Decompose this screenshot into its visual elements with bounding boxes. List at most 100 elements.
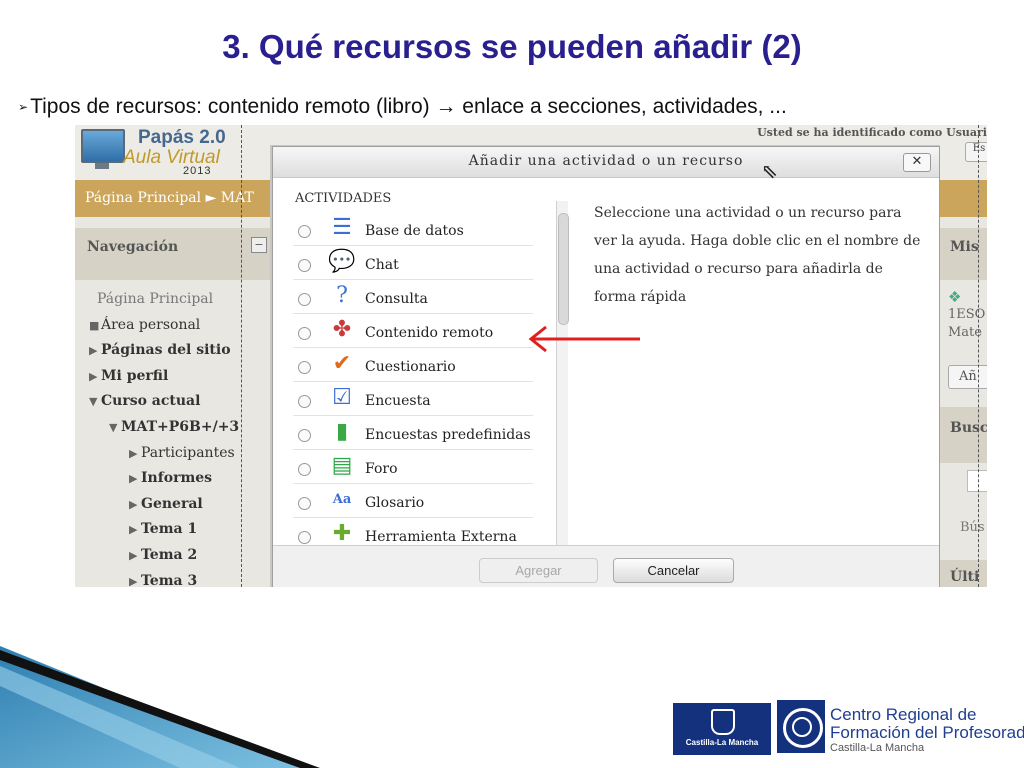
- expanded-arrow-icon: ▼: [109, 421, 118, 434]
- login-button[interactable]: Es: [965, 142, 987, 162]
- cancel-button[interactable]: Cancelar: [613, 558, 734, 583]
- question-icon: ?: [336, 283, 348, 308]
- radio-button[interactable]: [298, 293, 311, 306]
- radio-button[interactable]: [298, 225, 311, 238]
- nav-item-label: Páginas del sitio: [101, 342, 231, 359]
- collapse-icon[interactable]: −: [251, 237, 267, 253]
- decorative-swoosh: [0, 646, 320, 768]
- add-button[interactable]: Agregar: [479, 558, 598, 583]
- course-icon: ❖: [948, 288, 962, 306]
- logo-papas: Papás 2.0: [138, 127, 226, 148]
- scrollbar-thumb[interactable]: [558, 213, 569, 325]
- search-heading: Busc: [950, 420, 987, 436]
- mouse-cursor-icon: ⇖: [761, 159, 778, 183]
- logo-year: 2013: [183, 165, 212, 177]
- course-add-button[interactable]: Añ: [948, 365, 987, 389]
- bullet-icon: ■: [89, 318, 100, 332]
- quiz-icon: ✔: [332, 351, 352, 376]
- nav-item-label: Participantes: [141, 444, 235, 461]
- expanded-arrow-icon: ▼: [89, 395, 98, 409]
- course-code[interactable]: 1ESO: [948, 307, 985, 322]
- nav-item[interactable]: ▶ Tema 2: [129, 547, 197, 563]
- nav-item[interactable]: Página Principal: [85, 291, 213, 307]
- activity-label: Cuestionario: [365, 359, 456, 375]
- breadcrumb[interactable]: Página Principal ► MAT: [85, 190, 254, 206]
- moodle-screenshot: Papás 2.0 Aula Virtual 2013 Usted se ha …: [75, 125, 987, 587]
- radio-button[interactable]: [298, 361, 311, 374]
- dialog-title-bar: Añadir una actividad o un recurso: [273, 147, 939, 178]
- jccm-logo: Castilla-La Mancha: [673, 703, 771, 755]
- scrollbar[interactable]: [556, 201, 569, 563]
- activity-label: Encuesta: [365, 393, 431, 409]
- activity-row[interactable]: ▤ Foro: [293, 451, 533, 484]
- navigation-heading: Navegación: [87, 239, 179, 255]
- collapsed-arrow-icon: ▶: [89, 369, 98, 383]
- forum-icon: ▤: [331, 453, 353, 478]
- activity-row[interactable]: ☑ Encuesta: [293, 383, 533, 416]
- activity-label: Glosario: [365, 495, 425, 511]
- search-input[interactable]: [967, 470, 987, 492]
- nav-item-label: Informes: [141, 470, 213, 487]
- nav-item-label: Página Principal: [97, 291, 214, 307]
- jccm-label: Castilla-La Mancha: [685, 738, 759, 747]
- radio-button[interactable]: [298, 259, 311, 272]
- nav-item[interactable]: ▶ General: [129, 496, 203, 512]
- course-name[interactable]: Mate: [948, 325, 982, 340]
- activity-label: Contenido remoto: [365, 325, 494, 341]
- activities-heading: ACTIVIDADES: [295, 191, 392, 206]
- puzzle-icon: ✚: [332, 521, 352, 546]
- remote-content-icon: ✤: [332, 317, 352, 342]
- nav-item[interactable]: ▶ Participantes: [129, 445, 235, 461]
- collapsed-arrow-icon: ▶: [129, 523, 138, 537]
- nav-item[interactable]: ▶ Informes: [129, 470, 212, 486]
- help-text: Seleccione una actividad o un recurso pa…: [594, 205, 921, 305]
- close-icon[interactable]: ✕: [903, 153, 931, 172]
- activity-row[interactable]: ▮ Encuestas predefinidas: [293, 417, 533, 450]
- chat-icon: 💬: [328, 249, 356, 274]
- add-activity-dialog: Añadir una actividad o un recurso ✕ ⇖ AC…: [272, 146, 940, 587]
- dialog-title: Añadir una actividad o un recurso: [468, 153, 744, 169]
- collapsed-arrow-icon: ▶: [129, 574, 138, 587]
- nav-item-label: Área personal: [101, 316, 201, 333]
- collapsed-arrow-icon: ▶: [129, 472, 138, 486]
- radio-button[interactable]: [298, 429, 311, 442]
- nav-item[interactable]: ■ Área personal: [89, 317, 200, 333]
- nav-item[interactable]: ▶ Mi perfil: [89, 368, 168, 384]
- crfp-line-1: Centro Regional de: [830, 705, 977, 724]
- radio-button[interactable]: [298, 327, 311, 340]
- activity-row[interactable]: ✤ Contenido remoto: [293, 315, 533, 348]
- activity-row[interactable]: ☰ Base de datos: [293, 213, 533, 246]
- nav-item-label: Tema 2: [141, 547, 198, 563]
- nav-item[interactable]: ▶ Tema 1: [129, 521, 197, 537]
- nav-item-label: Tema 3: [141, 572, 198, 587]
- radio-button[interactable]: [298, 531, 311, 544]
- nav-item[interactable]: ▼ Curso actual: [89, 393, 200, 409]
- nav-item-label: General: [141, 495, 203, 512]
- nav-item[interactable]: ▶ Páginas del sitio: [89, 342, 231, 358]
- activity-label: Chat: [365, 257, 399, 273]
- activity-label: Encuestas predefinidas: [365, 427, 531, 443]
- survey-icon: ☑: [332, 385, 352, 410]
- radio-button[interactable]: [298, 497, 311, 510]
- collapsed-arrow-icon: ▶: [129, 549, 138, 562]
- radio-button[interactable]: [298, 395, 311, 408]
- inner-ring-icon: [792, 717, 812, 737]
- my-courses-heading: Mis: [950, 239, 979, 255]
- activity-row[interactable]: ? Consulta: [293, 281, 533, 314]
- collapsed-arrow-icon: ▶: [89, 344, 98, 358]
- nav-item-label: MAT+P6B+/+3: [121, 419, 240, 435]
- activity-row[interactable]: ✔ Cuestionario: [293, 349, 533, 382]
- monitor-logo-icon: [81, 129, 125, 163]
- activity-row[interactable]: Aa Glosario: [293, 485, 533, 518]
- activity-row[interactable]: 💬 Chat: [293, 247, 533, 280]
- activity-label: Consulta: [365, 291, 428, 307]
- crest-icon: [711, 709, 735, 735]
- nav-item[interactable]: ▼ MAT+P6B+/+3: [109, 419, 239, 435]
- radio-button[interactable]: [298, 463, 311, 476]
- monitor-stand-icon: [95, 163, 109, 169]
- crfp-line-3: Castilla-La Mancha: [830, 742, 925, 754]
- slide-subtitle: ➢Tipos de recursos: contenido remoto (li…: [18, 95, 787, 119]
- crfp-line-2: Formación del Profesorado: [830, 723, 1024, 742]
- collapsed-arrow-icon: ▶: [129, 497, 138, 511]
- nav-item[interactable]: ▶ Tema 3: [129, 573, 197, 587]
